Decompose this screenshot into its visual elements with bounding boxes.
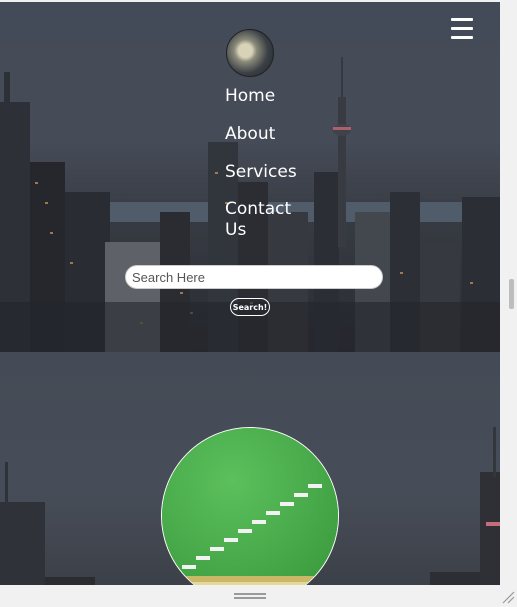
- page-viewport: Home About Services Contact Us Search!: [0, 2, 500, 585]
- stairs-illustration: [162, 428, 338, 585]
- nav-item-home[interactable]: Home: [225, 86, 295, 107]
- nav-item-contact-us[interactable]: Contact Us: [225, 199, 295, 241]
- avatar[interactable]: [226, 29, 274, 77]
- search-button[interactable]: Search!: [230, 298, 270, 316]
- content-section: [0, 352, 500, 585]
- nav-item-services[interactable]: Services: [225, 162, 297, 183]
- bottom-bar: [0, 585, 517, 607]
- scrollbar-thumb[interactable]: [509, 279, 514, 309]
- search-input[interactable]: [125, 265, 383, 289]
- stairs-image: [161, 427, 339, 585]
- nav-item-about[interactable]: About: [225, 124, 295, 145]
- hamburger-menu-icon[interactable]: [451, 18, 473, 40]
- hero-section: Home About Services Contact Us Search!: [0, 2, 500, 352]
- drag-handle-icon[interactable]: [234, 593, 266, 599]
- resize-handle-icon[interactable]: [501, 590, 515, 604]
